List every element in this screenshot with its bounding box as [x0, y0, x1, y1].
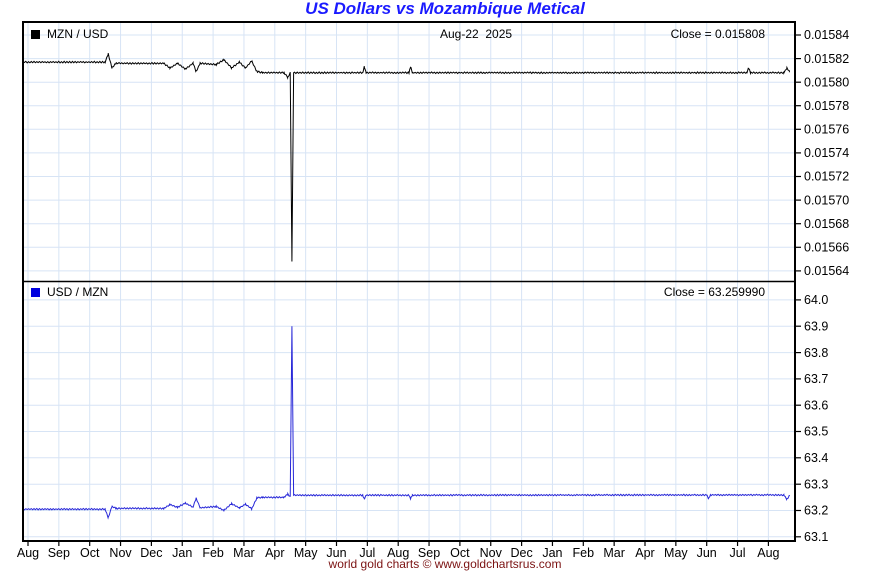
close-value-usd-mzn: Close = 63.259990 [663, 285, 765, 299]
legend-usd-mzn: USD / MZN [31, 286, 108, 299]
y-tick-label: 63.5 [804, 425, 828, 439]
y-tick-label: 63.1 [804, 530, 828, 544]
legend-mzn-usd: MZN / USD [31, 28, 108, 41]
y-tick-label: 0.01564 [804, 264, 849, 278]
y-tick-label: 0.01570 [804, 193, 849, 207]
price-line-mzn-usd [22, 53, 790, 262]
y-tick-label: 63.9 [804, 319, 828, 333]
mzn-usd-legend-swatch-icon [31, 30, 40, 39]
y-tick-label: 63.3 [804, 477, 828, 491]
y-tick-label: 0.01566 [804, 241, 849, 255]
y-tick-label: 0.01574 [804, 146, 849, 160]
y-tick-label: 0.01580 [804, 75, 849, 89]
as-of-date-label: Aug-22 2025 [440, 27, 513, 41]
usd-mzn-legend-swatch-icon [31, 288, 40, 297]
y-tick-label: 0.01584 [804, 28, 849, 42]
source-credit: world gold charts © www.goldchartsrus.co… [328, 557, 562, 571]
y-tick-label: 63.6 [804, 398, 828, 412]
legend-label-mzn-usd: MZN / USD [47, 27, 109, 41]
y-tick-label: 64.0 [804, 293, 828, 307]
y-tick-label: 63.8 [804, 346, 828, 360]
y-tick-label: 0.01582 [804, 52, 849, 66]
close-value-mzn-usd: Close = 0.015808 [670, 27, 765, 41]
y-axis: 0.01584 0.01582 0.01580 0.01578 0.01576 0.015… [795, 28, 849, 544]
chart-title: US Dollars vs Mozambique Metical [305, 0, 585, 18]
chart-window: 0.01584 0.01582 0.01580 0.01578 0.01576 0.015… [0, 0, 890, 575]
price-line-usd-mzn [22, 326, 790, 520]
y-tick-label: 0.01578 [804, 99, 849, 113]
legend-label-usd-mzn: USD / MZN [47, 285, 109, 299]
y-tick-label: 0.01576 [804, 123, 849, 137]
y-tick-label: 63.4 [804, 451, 828, 465]
y-tick-label: 63.7 [804, 372, 828, 386]
y-tick-label: 63.2 [804, 504, 828, 518]
y-tick-label: 0.01568 [804, 217, 849, 231]
y-tick-label: 0.01572 [804, 170, 849, 184]
